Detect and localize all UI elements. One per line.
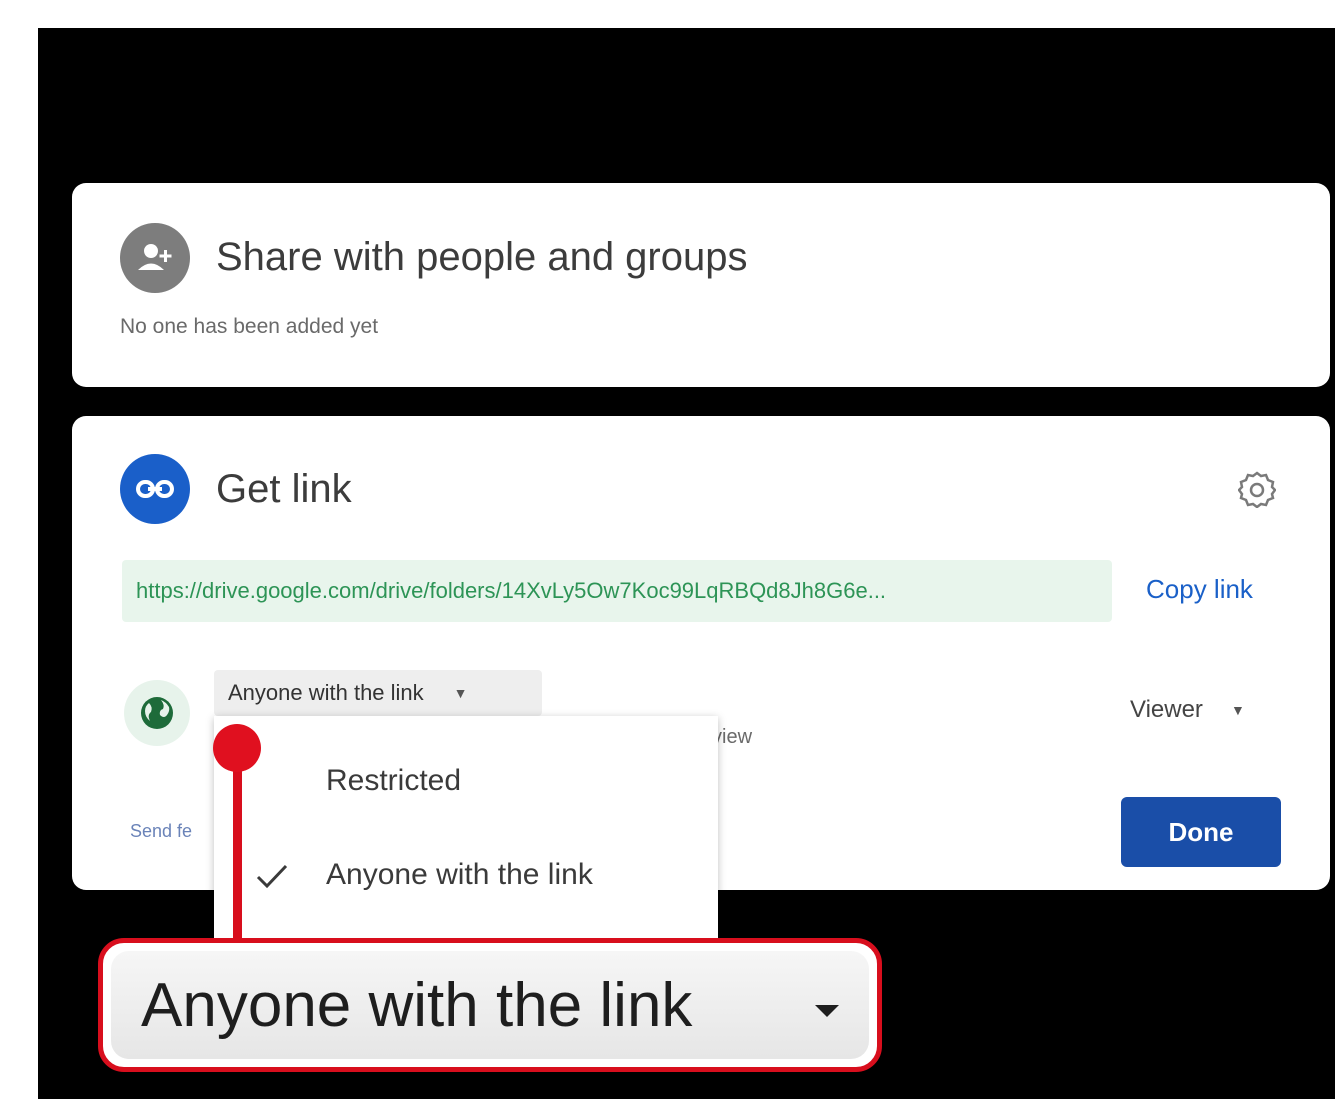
role-dropdown[interactable]: Viewer ▼ [1130, 696, 1245, 724]
done-button[interactable]: Done [1121, 797, 1281, 867]
role-value: Viewer [1130, 696, 1203, 723]
globe-icon [124, 680, 190, 746]
chevron-down-icon: ▼ [1230, 702, 1245, 718]
get-link-title: Get link [216, 467, 352, 511]
annotation-pointer-dot [213, 724, 261, 772]
link-url-field[interactable]: https://drive.google.com/drive/folders/1… [122, 560, 1112, 622]
gear-icon[interactable] [1237, 470, 1277, 509]
share-with-people-card: Share with people and groups No one has … [72, 183, 1330, 387]
chevron-down-icon [815, 1005, 839, 1017]
share-subtitle: No one has been added yet [120, 315, 379, 338]
callout-label: Anyone with the link [141, 970, 693, 1040]
access-description: view [712, 726, 753, 748]
share-title: Share with people and groups [216, 235, 748, 279]
chevron-down-icon: ▼ [453, 685, 468, 701]
callout-inner: Anyone with the link [111, 951, 869, 1059]
zoom-callout: Anyone with the link [98, 938, 882, 1072]
send-feedback-link[interactable]: Send fe [130, 821, 192, 842]
check-icon [254, 860, 290, 892]
menu-item-restricted[interactable]: Restricted [326, 764, 461, 798]
menu-item-anyone-with-link[interactable]: Anyone with the link [326, 858, 593, 892]
annotation-pointer-line [233, 746, 242, 942]
person-add-icon [120, 223, 190, 293]
link-icon [120, 454, 190, 524]
access-options-menu: Restricted Anyone with the link [214, 716, 718, 938]
general-access-dropdown[interactable]: Anyone with the link ▼ [214, 670, 542, 716]
general-access-value: Anyone with the link [228, 680, 424, 705]
copy-link-button[interactable]: Copy link [1146, 574, 1253, 605]
